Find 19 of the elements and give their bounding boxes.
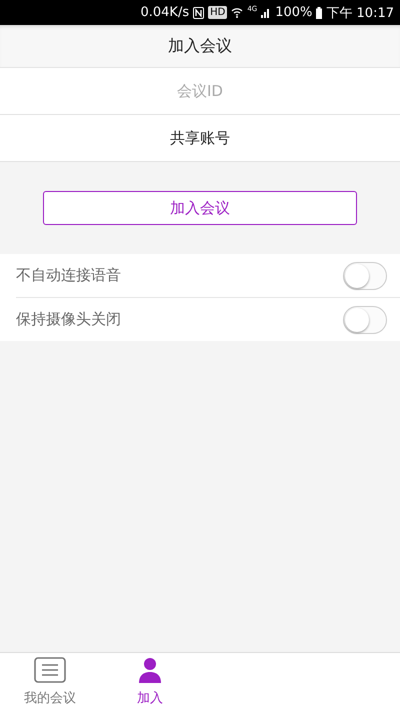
hd-badge: HD xyxy=(208,6,228,19)
nfc-icon xyxy=(193,6,204,18)
option-label: 保持摄像头关闭 xyxy=(16,310,121,329)
clock: 下午 10:17 xyxy=(326,4,394,22)
list-icon xyxy=(34,657,66,683)
wifi-icon xyxy=(231,7,244,18)
meeting-id-field[interactable]: 会议ID xyxy=(0,68,400,115)
battery-level: 100% xyxy=(275,5,312,20)
account-field[interactable]: 共享账号 xyxy=(0,115,400,162)
join-button[interactable]: 加入会议 xyxy=(43,191,357,225)
battery-icon xyxy=(316,6,322,18)
page-title: 加入会议 xyxy=(168,36,232,56)
toggle-switch[interactable] xyxy=(343,306,387,334)
network-speed: 0.04K/s xyxy=(140,5,190,20)
signal-icon xyxy=(261,7,272,18)
tab[interactable]: 加入 xyxy=(100,653,200,711)
option-label: 不自动连接语音 xyxy=(16,266,121,285)
tab[interactable]: 我的会议 xyxy=(0,653,100,711)
toggle-switch[interactable] xyxy=(343,262,387,290)
